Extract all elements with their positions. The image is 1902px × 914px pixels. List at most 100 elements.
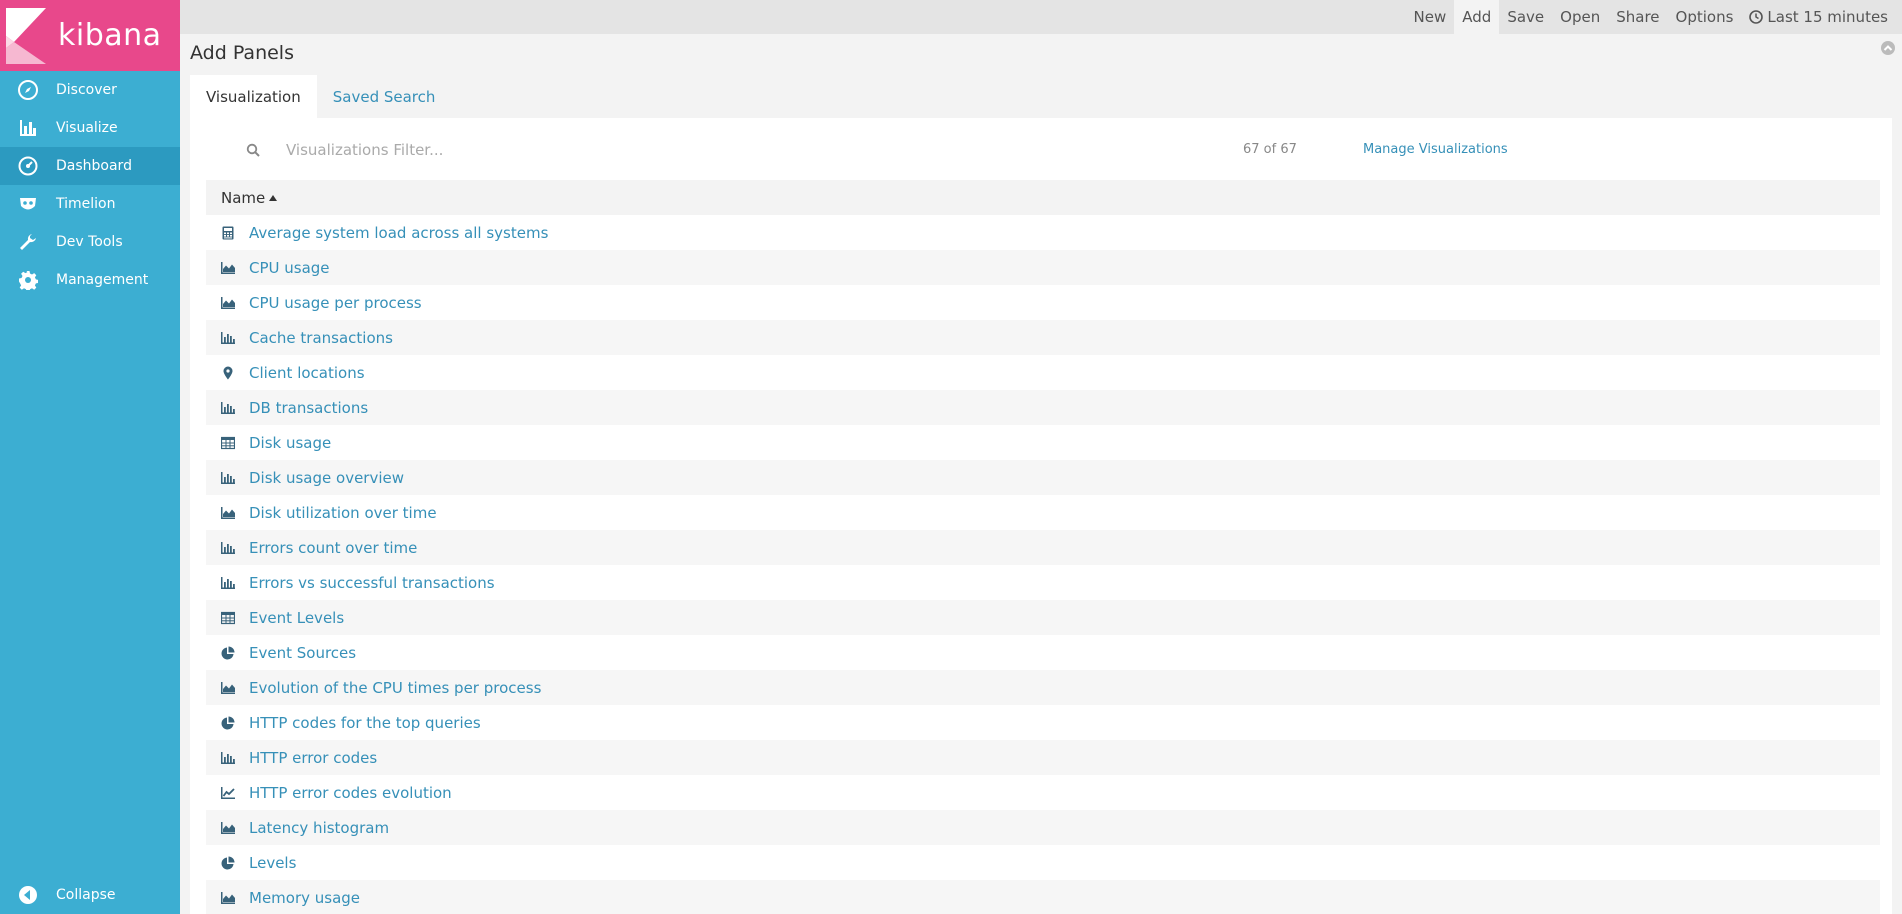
table-row[interactable]: HTTP codes for the top queries — [206, 705, 1880, 740]
tab-saved-search[interactable]: Saved Search — [317, 75, 452, 118]
table-row[interactable]: Evolution of the CPU times per process — [206, 670, 1880, 705]
visualization-link[interactable]: Errors count over time — [249, 539, 417, 557]
time-range-label: Last 15 minutes — [1767, 8, 1888, 26]
table-row[interactable]: Disk usage overview — [206, 460, 1880, 495]
area-chart-icon — [221, 821, 235, 835]
name-column-header[interactable]: Name — [206, 180, 1880, 215]
collapse-button[interactable]: Collapse — [0, 876, 180, 914]
table-row[interactable]: Errors count over time — [206, 530, 1880, 565]
visualization-link[interactable]: HTTP error codes — [249, 749, 377, 767]
area-chart-icon — [221, 681, 235, 695]
visualization-link[interactable]: Event Levels — [249, 609, 344, 627]
sidebar-item-management[interactable]: Management — [0, 261, 180, 299]
visualization-link[interactable]: Errors vs successful transactions — [249, 574, 495, 592]
pie-chart-icon — [221, 716, 235, 730]
options-button[interactable]: Options — [1668, 0, 1742, 34]
chevron-left-circle-icon — [0, 885, 56, 905]
table-row[interactable]: Average system load across all systems — [206, 215, 1880, 250]
share-button[interactable]: Share — [1608, 0, 1667, 34]
panel-tabs: Visualization Saved Search — [190, 75, 451, 118]
bar-chart-icon — [221, 471, 235, 485]
table-row[interactable]: HTTP error codes — [206, 740, 1880, 775]
visualization-link[interactable]: Cache transactions — [249, 329, 393, 347]
sidebar-item-visualize[interactable]: Visualize — [0, 109, 180, 147]
visualization-link[interactable]: CPU usage per process — [249, 294, 422, 312]
visualization-link[interactable]: Latency histogram — [249, 819, 389, 837]
sidebar-item-dashboard[interactable]: Dashboard — [0, 147, 180, 185]
visualization-link[interactable]: Levels — [249, 854, 296, 872]
table-row[interactable]: Levels — [206, 845, 1880, 880]
visualization-link[interactable]: Disk usage overview — [249, 469, 404, 487]
area-chart-icon — [221, 891, 235, 905]
table-row[interactable]: Disk usage — [206, 425, 1880, 460]
area-chart-icon — [221, 506, 235, 520]
table-row[interactable]: Client locations — [206, 355, 1880, 390]
table-row[interactable]: HTTP error codes evolution — [206, 775, 1880, 810]
sidebar-item-dev-tools[interactable]: Dev Tools — [0, 223, 180, 261]
bar-chart-icon — [221, 401, 235, 415]
sidebar-item-label: Visualize — [56, 120, 118, 136]
bar-chart-icon — [221, 576, 235, 590]
compass-icon — [0, 80, 56, 100]
area-chart-icon — [221, 296, 235, 310]
table-row[interactable]: Latency histogram — [206, 810, 1880, 845]
visualization-link[interactable]: Memory usage — [249, 889, 360, 907]
collapse-panel-icon[interactable] — [1880, 40, 1896, 56]
table-row[interactable]: Disk utilization over time — [206, 495, 1880, 530]
sidebar: kibana Discover Visualize Dashboard Time… — [0, 0, 180, 914]
bar-chart-icon — [221, 331, 235, 345]
table-body: Average system load across all systems CP… — [206, 215, 1880, 914]
pie-chart-icon — [221, 856, 235, 870]
pie-chart-icon — [221, 646, 235, 660]
visualization-link[interactable]: HTTP codes for the top queries — [249, 714, 481, 732]
top-nav: New Add Save Open Share Options Last 15 … — [180, 0, 1902, 34]
main-content: Add Panels Visualization Saved Search 67… — [180, 34, 1902, 914]
column-header-label: Name — [221, 188, 266, 207]
wrench-icon — [0, 232, 56, 252]
time-picker-button[interactable]: Last 15 minutes — [1741, 0, 1896, 34]
table-row[interactable]: Errors vs successful transactions — [206, 565, 1880, 600]
metric-calculator-icon — [221, 226, 235, 240]
new-button[interactable]: New — [1406, 0, 1455, 34]
sidebar-item-label: Dashboard — [56, 158, 132, 174]
visualization-link[interactable]: Evolution of the CPU times per process — [249, 679, 541, 697]
kibana-logo[interactable]: kibana — [0, 0, 180, 71]
table-row[interactable]: DB transactions — [206, 390, 1880, 425]
table-row[interactable]: Cache transactions — [206, 320, 1880, 355]
visualizations-filter-input[interactable] — [286, 136, 846, 164]
save-button[interactable]: Save — [1499, 0, 1552, 34]
visualization-link[interactable]: Disk utilization over time — [249, 504, 437, 522]
visualization-link[interactable]: HTTP error codes evolution — [249, 784, 452, 802]
visualization-link[interactable]: CPU usage — [249, 259, 330, 277]
brand-name: kibana — [58, 18, 162, 53]
tab-visualization[interactable]: Visualization — [190, 75, 317, 118]
open-button[interactable]: Open — [1552, 0, 1608, 34]
table-row[interactable]: Event Sources — [206, 635, 1880, 670]
gear-icon — [0, 270, 56, 290]
visualization-link[interactable]: Disk usage — [249, 434, 331, 452]
dashboard-gauge-icon — [0, 156, 56, 176]
add-button[interactable]: Add — [1454, 0, 1500, 34]
table-row[interactable]: CPU usage — [206, 250, 1880, 285]
kibana-logo-icon — [6, 7, 46, 64]
visualization-link[interactable]: Event Sources — [249, 644, 356, 662]
table-icon — [221, 436, 235, 450]
sidebar-item-label: Discover — [56, 82, 117, 98]
visualization-link[interactable]: Average system load across all systems — [249, 224, 548, 242]
table-row[interactable]: Memory usage — [206, 880, 1880, 914]
visualization-link[interactable]: Client locations — [249, 364, 365, 382]
table-row[interactable]: Event Levels — [206, 600, 1880, 635]
filter-bar: 67 of 67 Manage Visualizations — [190, 118, 1892, 178]
search-icon — [246, 143, 260, 157]
visualization-link[interactable]: DB transactions — [249, 399, 368, 417]
bar-chart-icon — [0, 118, 56, 138]
sidebar-item-label: Timelion — [56, 196, 116, 212]
table-row[interactable]: CPU usage per process — [206, 285, 1880, 320]
page-title: Add Panels — [190, 42, 294, 64]
sidebar-item-discover[interactable]: Discover — [0, 71, 180, 109]
manage-visualizations-link[interactable]: Manage Visualizations — [1363, 142, 1508, 157]
visualizations-table: Name Average system load across all syst… — [206, 180, 1880, 914]
line-chart-icon — [221, 786, 235, 800]
result-count: 67 of 67 — [1243, 142, 1297, 157]
sidebar-item-timelion[interactable]: Timelion — [0, 185, 180, 223]
